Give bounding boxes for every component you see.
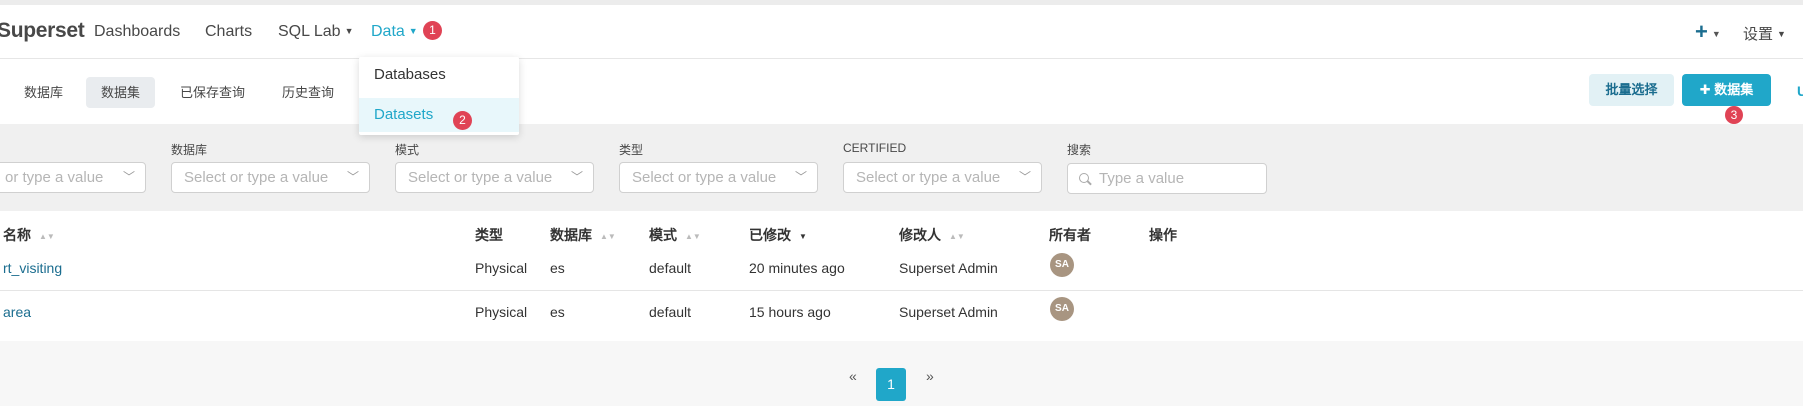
filter-label-search: 搜索 [1067,143,1092,157]
nav-data[interactable]: Data ▼ [371,23,418,41]
column-header-schema[interactable]: 模式 ▲▼ [649,225,701,245]
header-label: 修改人 [899,227,941,243]
search-input[interactable]: Type a value [1067,163,1267,194]
plus-icon: + [1695,19,1708,44]
column-header-name[interactable]: 名称 ▲▼ [3,225,55,245]
cell-database: es [550,304,565,320]
sort-desc-icon: ▼ [799,232,807,241]
truncated-menu-item[interactable]: U [1797,83,1803,99]
select-placeholder: or type a value [5,169,104,186]
cell-modified-by: Superset Admin [899,304,998,320]
sort-icon: ▲▼ [949,232,965,241]
column-header-type: 类型 [475,227,503,243]
nav-sql-lab-label: SQL Lab [278,23,341,40]
data-dropdown-menu: Databases Datasets [359,57,519,135]
step-badge-1: 1 [423,21,442,40]
chevron-down-icon: ▼ [408,26,418,36]
cell-database: es [550,260,565,276]
menu-item-datasets[interactable]: Datasets [359,98,519,132]
select-placeholder: Select or type a value [632,169,777,186]
plus-icon: ✚ [1699,82,1715,97]
cell-type: Physical [475,304,528,320]
cell-modified-by: Superset Admin [899,260,998,276]
add-dataset-button[interactable]: ✚ 数据集 [1682,74,1771,106]
owner-filter-select[interactable]: or type a value ﹀ [0,162,146,193]
column-header-modified-by[interactable]: 修改人 ▲▼ [899,225,965,245]
filter-label-schema: 模式 [395,143,420,157]
cell-schema: default [649,260,692,276]
nav-sql-lab[interactable]: SQL Lab ▼ [278,23,353,41]
chevron-down-icon: ﹀ [346,170,359,184]
column-header-actions: 操作 [1149,227,1177,243]
avatar[interactable]: SA [1050,297,1074,321]
filter-bar: or type a value ﹀ 数据库 Select or type a v… [0,124,1803,211]
cell-schema: default [649,304,692,320]
column-header-owners: 所有者 [1049,227,1091,243]
nav-data-label: Data [371,23,405,40]
type-filter-select[interactable]: Select or type a value ﹀ [619,162,818,193]
table-row: area Physical es default 15 hours ago Su… [0,291,1803,334]
table-row: rt_visiting Physical es default 20 minut… [0,247,1803,291]
next-page-button[interactable]: » [926,368,934,384]
page-1-button[interactable]: 1 [876,368,906,401]
cell-modified: 20 minutes ago [749,260,845,276]
header-label: 已修改 [749,227,791,243]
prev-page-button[interactable]: « [849,368,857,384]
plus-menu[interactable]: + ▼ [1695,19,1721,45]
sort-icon: ▲▼ [39,232,55,241]
chevron-down-icon: ﹀ [122,170,135,184]
tab-databases[interactable]: 数据库 [9,77,78,108]
settings-label: 设置 [1743,26,1774,43]
tab-datasets[interactable]: 数据集 [86,77,156,108]
select-placeholder: Select or type a value [408,169,553,186]
tab-saved-queries[interactable]: 已保存查询 [165,77,260,108]
nav-dashboards[interactable]: Dashboards [94,23,180,41]
datasets-table: 名称 ▲▼ 类型 数据库 ▲▼ 模式 ▲▼ 已修改 ▼ 修改人 ▲▼ 所有者 操作 rt_… [0,211,1803,341]
avatar[interactable]: SA [1050,253,1074,277]
sub-navbar: 数据库 数据集 已保存查询 历史查询 批量选择 ✚ 数据集 3 U [0,59,1803,124]
step-badge-3: 3 [1725,106,1743,124]
settings-menu[interactable]: 设置 ▼ [1743,23,1786,44]
filter-label-type: 类型 [619,143,644,157]
step-badge-2: 2 [453,111,472,130]
database-filter-select[interactable]: Select or type a value ﹀ [171,162,370,193]
chevron-down-icon: ﹀ [1018,170,1031,184]
select-placeholder: Select or type a value [856,169,1001,186]
nav-charts[interactable]: Charts [205,23,252,41]
schema-filter-select[interactable]: Select or type a value ﹀ [395,162,594,193]
bulk-select-button[interactable]: 批量选择 [1589,74,1674,106]
header-label: 模式 [649,227,677,243]
sort-icon: ▲▼ [685,232,701,241]
top-navbar: Superset Dashboards Charts SQL Lab ▼ Data… [0,5,1803,59]
add-dataset-label: 数据集 [1714,82,1754,97]
chevron-down-icon: ﹀ [570,170,583,184]
chevron-down-icon: ▼ [344,26,354,36]
filter-label-database: 数据库 [171,143,208,157]
select-placeholder: Select or type a value [184,169,329,186]
menu-item-databases[interactable]: Databases [359,58,519,92]
search-placeholder: Type a value [1099,170,1185,187]
search-icon [1079,173,1089,183]
cell-modified: 15 hours ago [749,304,831,320]
filter-label-certified: CERTIFIED [843,141,907,155]
column-header-database[interactable]: 数据库 ▲▼ [550,225,616,245]
dataset-name-link[interactable]: area [3,304,31,320]
column-header-modified[interactable]: 已修改 ▼ [749,225,807,245]
certified-filter-select[interactable]: Select or type a value ﹀ [843,162,1042,193]
chevron-down-icon: ﹀ [794,170,807,184]
dataset-name-link[interactable]: rt_visiting [3,260,62,276]
cell-type: Physical [475,260,528,276]
header-label: 数据库 [550,227,592,243]
sort-icon: ▲▼ [600,232,616,241]
chevron-down-icon: ▼ [1711,29,1721,39]
chevron-down-icon: ▼ [1777,29,1786,39]
header-label: 名称 [3,227,31,243]
brand-logo[interactable]: Superset [0,19,85,43]
tab-query-history[interactable]: 历史查询 [267,77,349,108]
